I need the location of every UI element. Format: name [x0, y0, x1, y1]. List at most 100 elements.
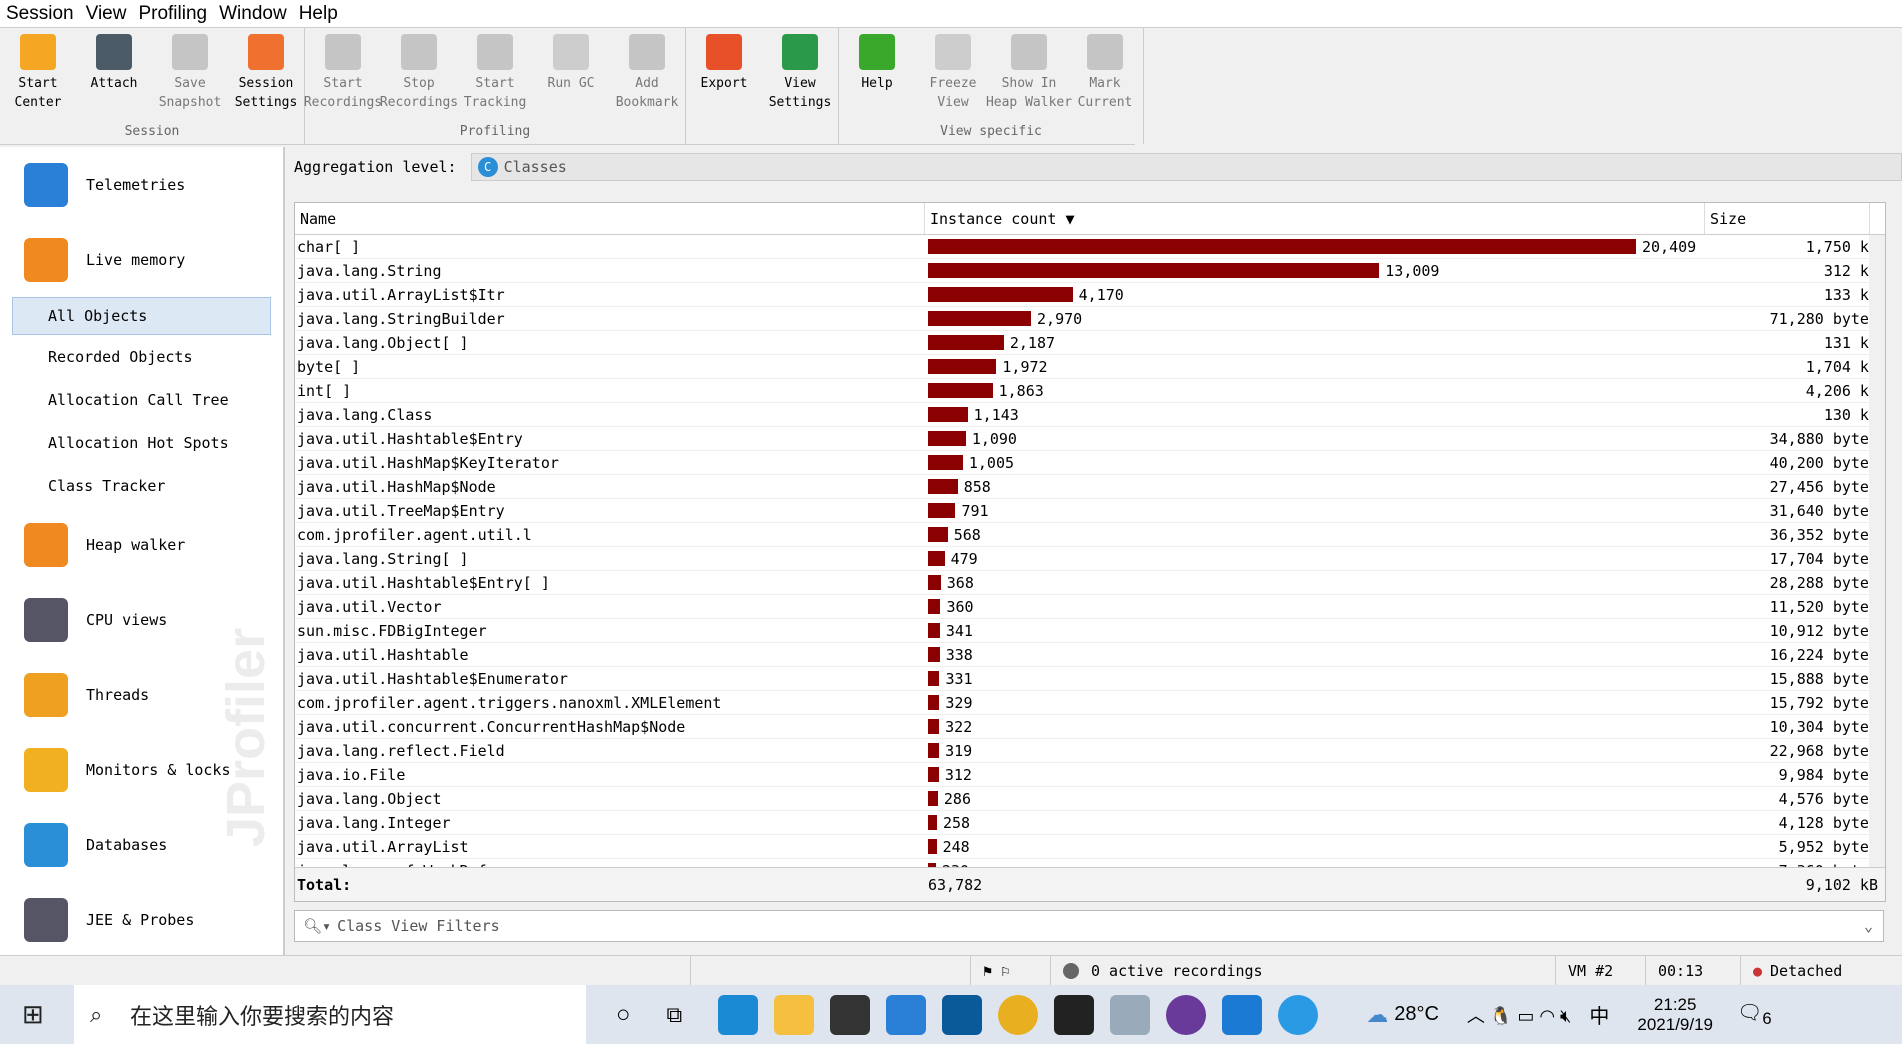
sidebar-item-heap-walker[interactable]: Heap walker: [0, 507, 283, 582]
toolbar-group-title: Profiling: [459, 124, 531, 139]
column-name[interactable]: Name: [295, 203, 925, 234]
total-label: Total:: [297, 875, 352, 894]
jprofiler-taskbar-icon[interactable]: [1278, 994, 1319, 1035]
recordings-status: 0 active recordings: [1091, 961, 1263, 980]
notification-icon[interactable]: 🗨︎6: [1737, 1000, 1772, 1029]
instance-count-bar: [928, 383, 993, 398]
stop-recordings-button[interactable]: Stop Recordings: [380, 28, 458, 124]
view-settings-button[interactable]: View Settings: [762, 28, 838, 124]
cortana-icon[interactable]: ○: [616, 1001, 631, 1029]
instance-count-cell: 319: [924, 742, 1704, 760]
weather-temp[interactable]: 28°C: [1394, 1003, 1439, 1026]
run-gc-button[interactable]: Run GC: [533, 28, 609, 124]
start-center-button[interactable]: Start Center: [0, 28, 76, 124]
mail-icon[interactable]: [886, 994, 927, 1035]
menu-help[interactable]: Help: [293, 3, 344, 25]
table-row[interactable]: java.util.HashMap$Node 858 27,456 bytes: [295, 475, 1885, 499]
tablet-icon[interactable]: [1222, 994, 1263, 1035]
button-label: Mark Current: [1077, 76, 1133, 110]
toolbar-group-title: View specific: [940, 124, 1042, 139]
chrome-icon[interactable]: [998, 994, 1039, 1035]
table-row[interactable]: java.util.Hashtable 338 16,224 bytes: [295, 643, 1885, 667]
table-row[interactable]: java.lang.Object[ ] 2,187 131 kB: [295, 331, 1885, 355]
table-row[interactable]: java.lang.String[ ] 479 17,704 bytes: [295, 547, 1885, 571]
instance-count-bar: [928, 335, 1004, 350]
table-row[interactable]: char[ ] 20,409 1,750 kB: [295, 235, 1885, 259]
table-row[interactable]: java.util.TreeMap$Entry 791 31,640 bytes: [295, 499, 1885, 523]
task-view-icon[interactable]: ⧉: [667, 1002, 683, 1028]
store-icon[interactable]: [830, 994, 871, 1035]
dell-icon[interactable]: [942, 994, 983, 1035]
instance-count-cell: 2,187: [924, 334, 1704, 352]
table-row[interactable]: java.util.ArrayList 248 5,952 bytes: [295, 835, 1885, 859]
class-view-filter-input[interactable]: 🔍︎▾ Class View Filters ⌄: [294, 910, 1884, 942]
menu-profiling[interactable]: Profiling: [132, 3, 213, 25]
instance-count-cell: 568: [924, 526, 1704, 544]
sidebar-item-jee-probes[interactable]: JEE & Probes: [0, 882, 283, 955]
sidebar-item-live-memory[interactable]: Live memory: [0, 222, 283, 297]
table-row[interactable]: java.lang.ref.WeakReference2307,360 byte…: [295, 859, 1885, 867]
table-row[interactable]: java.lang.Object 286 4,576 bytes: [295, 787, 1885, 811]
app-icon[interactable]: [1110, 994, 1151, 1035]
windows-start-icon[interactable]: ⊞: [22, 999, 44, 1030]
table-row[interactable]: com.jprofiler.agent.util.l 568 36,352 byte…: [295, 523, 1885, 547]
total-count: 63,782: [928, 875, 983, 894]
sidebar-subitem-all-objects[interactable]: All Objects: [12, 297, 271, 335]
menu-view[interactable]: View: [80, 3, 133, 25]
aggregation-select[interactable]: C Classes: [470, 153, 1902, 181]
sidebar-subitem-class-tracker[interactable]: Class Tracker: [0, 464, 283, 507]
ime-indicator[interactable]: 中: [1589, 1000, 1609, 1029]
table-row[interactable]: java.lang.Class 1,143 130 kB: [295, 403, 1885, 427]
github-icon[interactable]: [1166, 994, 1207, 1035]
attach-button[interactable]: Attach: [76, 28, 152, 124]
table-row[interactable]: java.util.ArrayList$Itr 4,170 133 kB: [295, 283, 1885, 307]
table-row[interactable]: java.util.Hashtable$Enumerator 331 15,888 …: [295, 667, 1885, 691]
clock[interactable]: 21:25 2021/9/19: [1637, 995, 1713, 1035]
edge-icon[interactable]: [718, 994, 759, 1035]
column-size[interactable]: Size: [1705, 203, 1870, 234]
table-body: char[ ] 20,409 1,750 kB java.lang.String 13,…: [295, 235, 1885, 867]
start-tracking-button[interactable]: Start Tracking: [457, 28, 533, 124]
show-in-heap-walker-button[interactable]: Show In Heap Walker: [986, 28, 1072, 124]
table-row[interactable]: java.util.Hashtable$Entry 1,090 34,880 byt…: [295, 427, 1885, 451]
table-row[interactable]: com.jprofiler.agent.triggers.nanoxml.XML…: [295, 691, 1885, 715]
toolbar-buttons: Help Freeze View Show In Heap Walker Mark C…: [839, 28, 1143, 124]
table-row[interactable]: sun.misc.FDBigInteger 341 10,912 bytes: [295, 619, 1885, 643]
intellij-icon[interactable]: [1054, 994, 1095, 1035]
start-center-icon: [20, 34, 56, 70]
table-row[interactable]: java.lang.reflect.Field 319 22,968 bytes: [295, 739, 1885, 763]
sidebar-item-telemetries[interactable]: Telemetries: [0, 147, 283, 222]
class-name: sun.misc.FDBigInteger: [297, 621, 487, 640]
menu-window[interactable]: Window: [213, 3, 293, 25]
total-size: 9,102 kB: [1805, 875, 1878, 894]
sidebar-subitem-recorded-objects[interactable]: Recorded Objects: [0, 335, 283, 378]
vertical-scrollbar[interactable]: [1869, 235, 1885, 867]
table-row[interactable]: java.lang.StringBuilder 2,970 71,280 bytes: [295, 307, 1885, 331]
mark-current-button[interactable]: Mark Current: [1067, 28, 1143, 124]
file-explorer-icon[interactable]: [774, 994, 815, 1035]
chevron-down-icon[interactable]: ⌄: [1864, 917, 1873, 935]
table-row[interactable]: java.util.HashMap$KeyIterator 1,005 40,200…: [295, 451, 1885, 475]
start-recordings-button[interactable]: Start Recordings: [304, 28, 382, 124]
table-row[interactable]: java.lang.String 13,009 312 kB: [295, 259, 1885, 283]
export-button[interactable]: Export: [686, 28, 762, 124]
add-bookmark-button[interactable]: Add Bookmark: [609, 28, 685, 124]
save-snapshot-button[interactable]: Save Snapshot: [152, 28, 228, 124]
help-button[interactable]: Help: [839, 28, 915, 124]
table-row[interactable]: java.util.Hashtable$Entry[ ] 368 28,288 by…: [295, 571, 1885, 595]
table-row[interactable]: java.lang.Integer 258 4,128 bytes: [295, 811, 1885, 835]
table-row[interactable]: java.util.Vector 360 11,520 bytes: [295, 595, 1885, 619]
table-row[interactable]: byte[ ] 1,972 1,704 kB: [295, 355, 1885, 379]
table-row[interactable]: int[ ] 1,863 4,206 kB: [295, 379, 1885, 403]
sidebar-subitem-allocation-hot-spots[interactable]: Allocation Hot Spots: [0, 421, 283, 464]
table-row[interactable]: java.util.concurrent.ConcurrentHashMap$N…: [295, 715, 1885, 739]
tray-icons[interactable]: ︿ 🐧 ▭ ◠ 🔇︎: [1467, 1002, 1571, 1028]
freeze-view-button[interactable]: Freeze View: [915, 28, 991, 124]
session-settings-button[interactable]: Session Settings: [228, 28, 304, 124]
detached-icon: ●: [1753, 961, 1763, 980]
sidebar-subitem-allocation-call-tree[interactable]: Allocation Call Tree: [0, 378, 283, 421]
table-row[interactable]: java.io.File 312 9,984 bytes: [295, 763, 1885, 787]
menu-session[interactable]: Session: [0, 3, 80, 25]
column-instance-count[interactable]: Instance count ▼: [925, 203, 1705, 234]
taskbar-search[interactable]: ⌕ 在这里输入你要搜索的内容: [74, 985, 586, 1044]
